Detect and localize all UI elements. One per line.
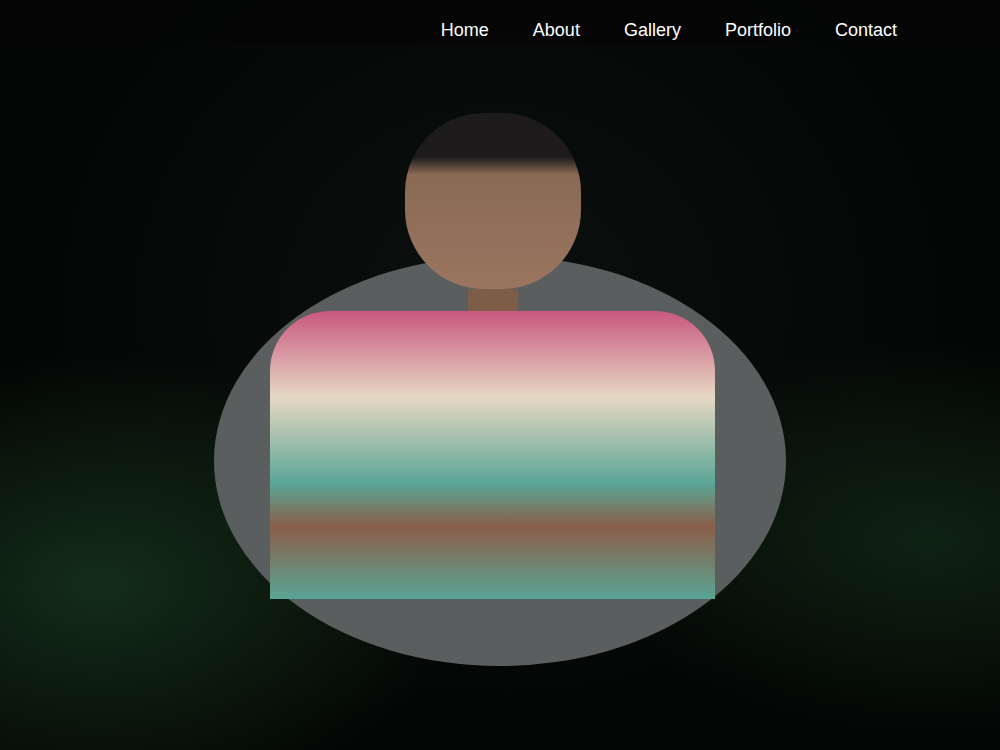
nav-link[interactable]: Portfolio — [725, 21, 791, 41]
nav-link[interactable]: Home — [441, 21, 489, 41]
portfolio-page: Home About Gallery Portfolio Contact — [0, 0, 1000, 750]
nav-link[interactable]: Contact — [835, 21, 897, 41]
top-nav: Home About Gallery Portfolio Contact — [0, 0, 1000, 44]
profile-photo — [270, 113, 715, 599]
hero — [0, 44, 1000, 750]
nav-link[interactable]: Gallery — [624, 21, 681, 41]
nav-link[interactable]: About — [533, 21, 580, 41]
